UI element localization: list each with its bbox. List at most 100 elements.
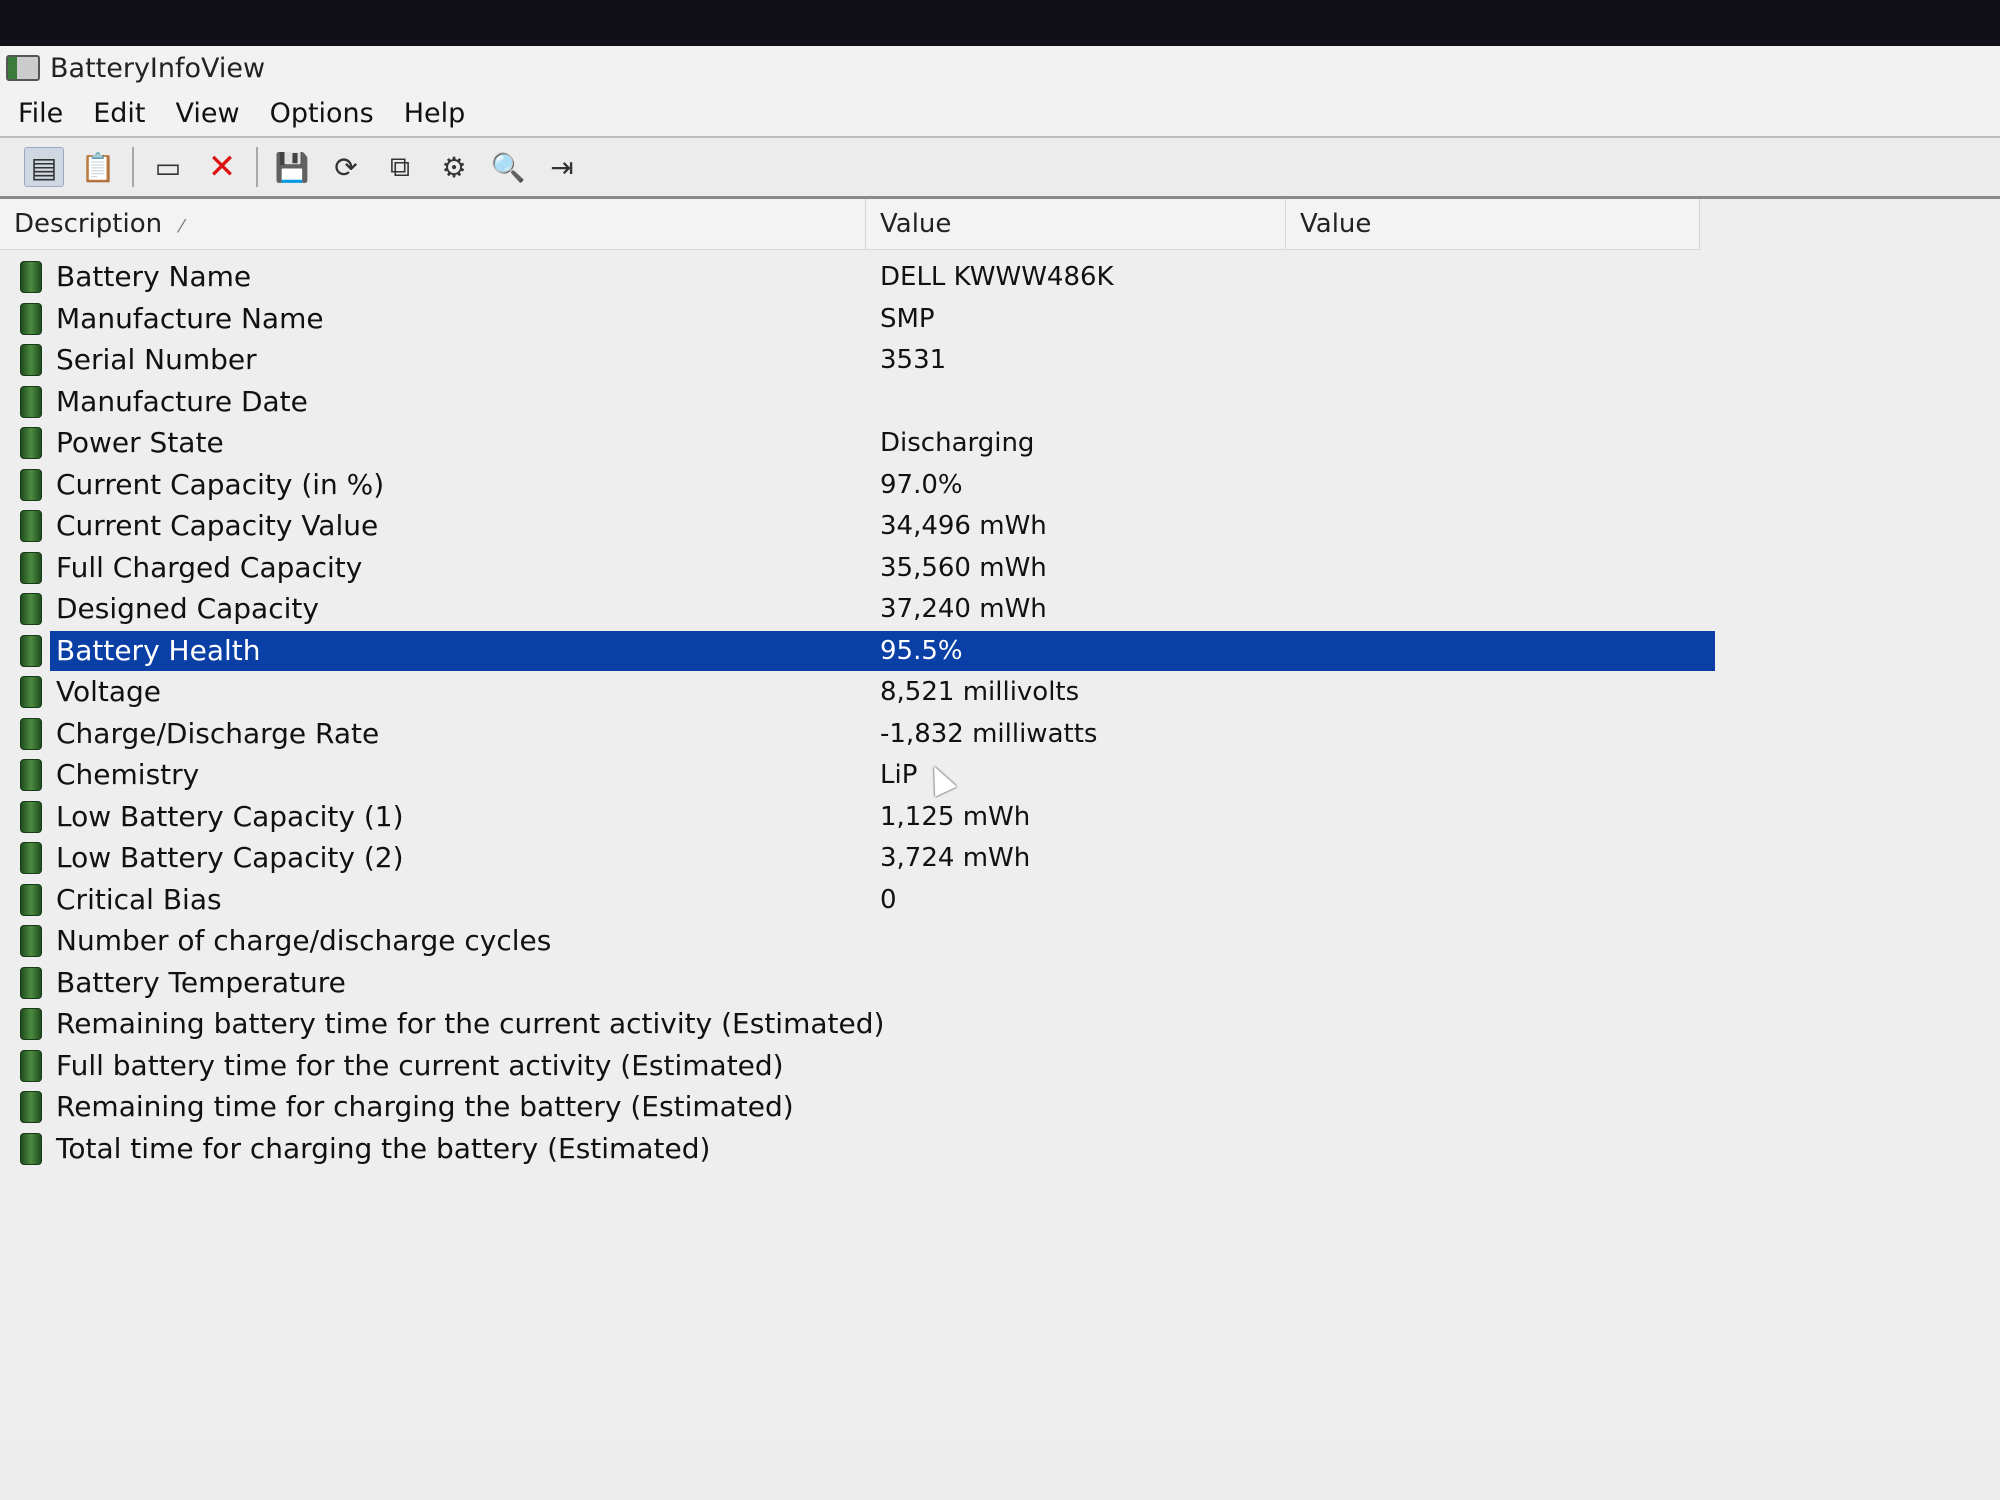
- table-row[interactable]: Manufacture Name SMP: [0, 299, 1715, 339]
- battery-icon: [20, 634, 42, 667]
- row-description: Manufacture Date: [56, 384, 308, 418]
- row-value: 34,496 mWh: [880, 511, 1047, 541]
- table-row[interactable]: Charge/Discharge Rate -1,832 milliwatts: [0, 714, 1715, 754]
- clipboard-icon[interactable]: 📋: [78, 147, 118, 187]
- row-value: 8,521 millivolts: [880, 677, 1080, 707]
- menu-bar: File Edit View Options Help: [0, 90, 2000, 138]
- row-description: Chemistry: [56, 758, 200, 791]
- list-view-icon[interactable]: ▤: [24, 147, 64, 187]
- menu-view[interactable]: View: [175, 98, 239, 129]
- copy-icon[interactable]: ⧉: [380, 147, 420, 187]
- table-row[interactable]: Low Battery Capacity (1) 1,125 mWh: [0, 797, 1715, 837]
- row-description: Full battery time for the current activi…: [56, 1048, 784, 1082]
- find-icon[interactable]: 🔍: [488, 147, 528, 187]
- save-icon[interactable]: 💾: [272, 147, 312, 187]
- row-description: Battery Health: [56, 633, 261, 667]
- table-row[interactable]: Serial Number 3531: [0, 340, 1715, 380]
- battery-icon: [20, 925, 42, 957]
- battery-icon: [20, 1091, 42, 1123]
- table-row[interactable]: Remaining battery time for the current a…: [0, 1004, 1715, 1044]
- row-value: 3,724 mWh: [880, 843, 1031, 873]
- delete-icon[interactable]: ✕: [202, 147, 242, 187]
- row-value: LiP: [880, 760, 918, 790]
- battery-icon: [20, 717, 42, 750]
- table-row[interactable]: Current Capacity Value 34,496 mWh: [0, 506, 1715, 546]
- row-description: Charge/Discharge Rate: [56, 716, 380, 750]
- battery-icon: [20, 1132, 42, 1165]
- battery-info-list[interactable]: Description ⁄ Value Value Battery Name DEL…: [0, 199, 2000, 1439]
- toolbar-separator: [132, 147, 134, 187]
- list-header: Description ⁄ Value Value: [0, 199, 1700, 250]
- table-row[interactable]: Low Battery Capacity (2) 3,724 mWh: [0, 838, 1715, 878]
- battery-icon: [20, 510, 42, 542]
- battery-icon: [20, 261, 42, 293]
- row-value: DELL KWWW486K: [880, 262, 1114, 292]
- column-header-value[interactable]: Value: [866, 199, 1286, 249]
- title-bar: BatteryInfoView: [0, 46, 2000, 90]
- row-value: Discharging: [880, 428, 1035, 458]
- row-description: Voltage: [56, 675, 162, 708]
- battery-icon: [20, 966, 42, 999]
- table-row[interactable]: Full battery time for the current activi…: [0, 1046, 1715, 1086]
- table-row[interactable]: Designed Capacity 37,240 mWh: [0, 589, 1715, 629]
- table-row[interactable]: Number of charge/discharge cycles: [0, 921, 1715, 961]
- column-header-description[interactable]: Description ⁄: [0, 199, 866, 249]
- table-row[interactable]: Battery Health 95.5%: [0, 630, 1715, 671]
- row-description: Remaining battery time for the current a…: [56, 1007, 885, 1040]
- row-description: Low Battery Capacity (2): [56, 841, 404, 874]
- row-description: Manufacture Name: [56, 301, 324, 335]
- table-row[interactable]: Manufacture Date: [0, 382, 1715, 422]
- refresh-icon[interactable]: ⟳: [326, 147, 366, 187]
- row-description: Battery Name: [56, 260, 252, 293]
- table-row[interactable]: Full Charged Capacity 35,560 mWh: [0, 548, 1715, 588]
- row-value: 37,240 mWh: [880, 594, 1047, 624]
- column-header-value-2[interactable]: Value: [1286, 199, 1700, 249]
- table-row[interactable]: Current Capacity (in %) 97.0%: [0, 465, 1715, 505]
- row-description: Remaining time for charging the battery …: [56, 1090, 794, 1123]
- menu-edit[interactable]: Edit: [93, 98, 145, 129]
- battery-icon: [20, 385, 42, 418]
- row-value: SMP: [880, 303, 935, 334]
- table-row[interactable]: Battery Temperature: [0, 963, 1715, 1003]
- table-row[interactable]: Remaining time for charging the battery …: [0, 1087, 1715, 1127]
- row-value: 35,560 mWh: [880, 552, 1047, 583]
- battery-icon: [20, 1049, 42, 1082]
- battery-icon: [20, 800, 42, 833]
- battery-icon: [20, 883, 42, 916]
- battery-app-icon: [6, 55, 40, 81]
- battery-icon: [20, 468, 42, 501]
- battery-icon: [20, 344, 42, 376]
- exit-icon[interactable]: ⇥: [542, 147, 582, 187]
- battery-icon: [20, 427, 42, 459]
- menu-options[interactable]: Options: [270, 98, 374, 129]
- table-row[interactable]: Chemistry LiP: [0, 755, 1715, 795]
- table-row[interactable]: Total time for charging the battery (Est…: [0, 1129, 1715, 1169]
- row-value: 97.0%: [880, 469, 963, 500]
- table-row[interactable]: Critical Bias 0: [0, 880, 1715, 920]
- battery-icon: [20, 1008, 42, 1040]
- row-description: Designed Capacity: [56, 592, 319, 625]
- toolbar: ▤ 📋 ▭ ✕ 💾 ⟳ ⧉ ⚙ 🔍 ⇥: [0, 138, 2000, 199]
- properties-window-icon[interactable]: ▭: [148, 147, 188, 187]
- menu-help[interactable]: Help: [404, 98, 466, 129]
- table-row[interactable]: Battery Name DELL KWWW486K: [0, 257, 1715, 297]
- row-description: Full Charged Capacity: [56, 550, 363, 584]
- battery-icon: [20, 593, 42, 625]
- row-value: -1,832 milliwatts: [880, 718, 1098, 749]
- menu-file[interactable]: File: [18, 98, 63, 129]
- row-description: Total time for charging the battery (Est…: [56, 1131, 711, 1165]
- battery-icon: [20, 842, 42, 874]
- row-value: 1,125 mWh: [880, 801, 1031, 832]
- battery-icon: [20, 759, 42, 791]
- row-description: Number of charge/discharge cycles: [56, 924, 552, 957]
- row-description: Current Capacity (in %): [56, 467, 385, 501]
- toolbar-separator: [256, 147, 258, 187]
- row-description: Power State: [56, 426, 224, 459]
- html-report-icon[interactable]: ⚙: [434, 147, 474, 187]
- table-row[interactable]: Power State Discharging: [0, 423, 1715, 463]
- row-description: Current Capacity Value: [56, 509, 379, 542]
- table-row[interactable]: Voltage 8,521 millivolts: [0, 672, 1715, 712]
- row-description: Low Battery Capacity (1): [56, 799, 404, 833]
- row-value: 3531: [880, 345, 947, 375]
- column-header-label: Description: [14, 209, 163, 239]
